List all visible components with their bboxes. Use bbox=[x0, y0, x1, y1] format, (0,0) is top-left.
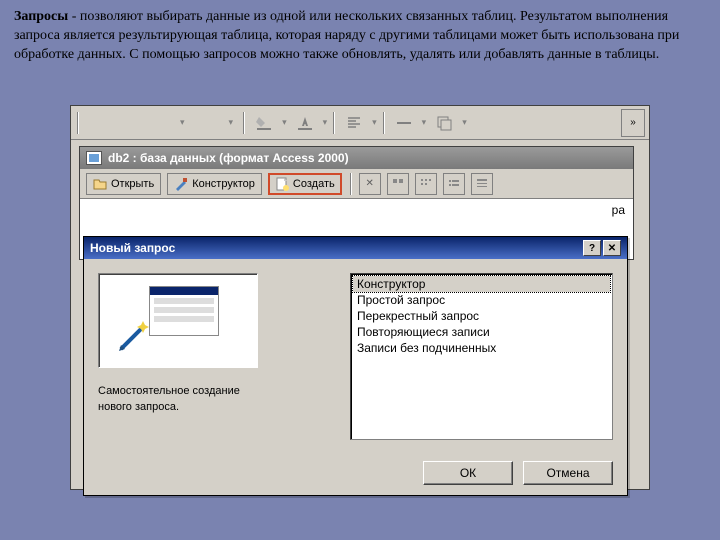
dialog-body: Самостоятельное создание нового запроса.… bbox=[84, 259, 627, 454]
designer-button[interactable]: Конструктор bbox=[167, 173, 262, 195]
font-dropdown[interactable]: ▾ bbox=[84, 110, 189, 136]
formatting-toolbar: ▾ ▾ ▾ ▾ ▾ ▾ ▾ » bbox=[71, 106, 649, 140]
toolbar-overflow-button[interactable]: » bbox=[621, 109, 645, 137]
border-button[interactable] bbox=[390, 110, 418, 136]
small-icons-button[interactable] bbox=[415, 173, 437, 195]
database-icon bbox=[86, 151, 102, 165]
list-item[interactable]: Конструктор bbox=[353, 276, 610, 292]
dialog-button-row: ОК Отмена bbox=[423, 461, 613, 485]
ok-button[interactable]: ОК bbox=[423, 461, 513, 485]
caption-term: Запросы bbox=[14, 9, 68, 24]
new-icon bbox=[275, 177, 289, 191]
caption-text: - позволяют выбирать данные из одной или… bbox=[14, 9, 679, 62]
dropdown-arrow-icon[interactable]: ▾ bbox=[462, 117, 467, 128]
list-item[interactable]: Повторяющиеся записи bbox=[353, 324, 610, 340]
toolbar-separator bbox=[383, 112, 384, 134]
align-left-button[interactable] bbox=[340, 110, 368, 136]
create-label: Создать bbox=[293, 178, 335, 190]
dropdown-arrow-icon[interactable]: ▾ bbox=[282, 117, 287, 128]
query-type-listbox[interactable]: Конструктор Простой запрос Перекрестный … bbox=[350, 273, 613, 440]
close-button[interactable]: ✕ bbox=[603, 240, 621, 256]
slide-caption: Запросы - позволяют выбирать данные из о… bbox=[0, 0, 720, 75]
toolbar-separator bbox=[243, 112, 244, 134]
dropdown-arrow-icon[interactable]: ▾ bbox=[422, 117, 427, 128]
help-button[interactable]: ? bbox=[583, 240, 601, 256]
delete-button[interactable]: ✕ bbox=[359, 173, 381, 195]
open-button[interactable]: Открыть bbox=[86, 173, 161, 195]
designer-label: Конструктор bbox=[192, 178, 255, 190]
details-view-button[interactable] bbox=[471, 173, 493, 195]
dialog-titlebar[interactable]: Новый запрос ? ✕ bbox=[84, 237, 627, 259]
partial-text: ра bbox=[612, 203, 625, 217]
dropdown-arrow-icon[interactable]: ▾ bbox=[372, 117, 377, 128]
create-button[interactable]: Создать bbox=[268, 173, 342, 195]
toolbar-separator bbox=[77, 112, 78, 134]
toolbar-separator bbox=[350, 173, 351, 195]
font-color-button[interactable] bbox=[291, 110, 319, 136]
access-app-window: ▾ ▾ ▾ ▾ ▾ ▾ ▾ » db2 : база данных (форма… bbox=[70, 105, 650, 490]
dialog-title: Новый запрос bbox=[90, 241, 175, 255]
open-icon bbox=[93, 177, 107, 191]
wizard-image bbox=[98, 273, 258, 368]
database-window-titlebar[interactable]: db2 : база данных (формат Access 2000) bbox=[80, 147, 633, 169]
special-effect-button[interactable] bbox=[430, 110, 458, 136]
large-icons-button[interactable] bbox=[387, 173, 409, 195]
cancel-button[interactable]: Отмена bbox=[523, 461, 613, 485]
database-window-title: db2 : база данных (формат Access 2000) bbox=[108, 151, 349, 165]
database-toolbar: Открыть Конструктор Создать ✕ bbox=[80, 169, 633, 199]
dialog-left-pane: Самостоятельное создание нового запроса. bbox=[98, 273, 338, 440]
mini-form-graphic bbox=[149, 286, 219, 336]
dropdown-arrow-icon[interactable]: ▾ bbox=[323, 117, 328, 128]
toolbar-separator bbox=[333, 112, 334, 134]
fill-color-button[interactable] bbox=[250, 110, 278, 136]
dialog-description: Самостоятельное создание нового запроса. bbox=[98, 380, 338, 416]
new-query-dialog: Новый запрос ? ✕ bbox=[83, 236, 628, 496]
list-view-button[interactable] bbox=[443, 173, 465, 195]
wand-icon bbox=[117, 319, 151, 353]
list-item[interactable]: Записи без подчиненных bbox=[353, 340, 610, 356]
list-item[interactable]: Перекрестный запрос bbox=[353, 308, 610, 324]
fontsize-dropdown[interactable]: ▾ bbox=[193, 110, 238, 136]
open-label: Открыть bbox=[111, 178, 154, 190]
list-item[interactable]: Простой запрос bbox=[353, 292, 610, 308]
designer-icon bbox=[174, 177, 188, 191]
